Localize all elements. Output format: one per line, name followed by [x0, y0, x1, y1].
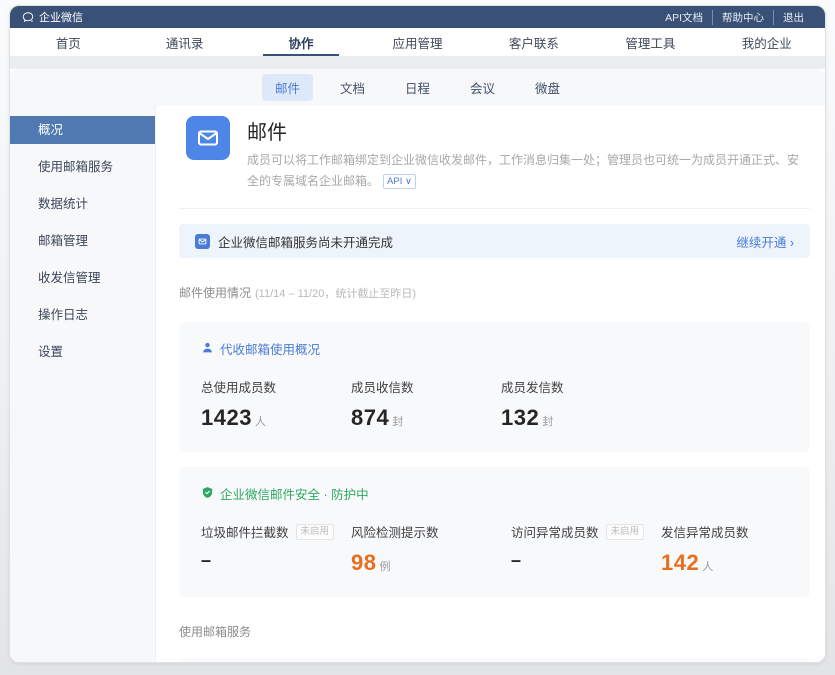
nav-gap [10, 56, 825, 69]
subtab-bar: 邮件 文档 日程 会议 微盘 [10, 69, 825, 106]
usage-card-title: 代收邮箱使用概况 [220, 339, 320, 358]
sidebar-item-statistics[interactable]: 数据统计 [10, 190, 155, 218]
section-divider [179, 208, 810, 209]
nav-item-customers[interactable]: 客户联系 [476, 28, 592, 56]
tab-meeting[interactable]: 会议 [457, 74, 508, 101]
continue-setup-link[interactable]: 继续开通 › [736, 232, 794, 251]
usage-date-range: (11/14 – 11/20，统计截止至昨日) [255, 288, 416, 300]
person-icon [201, 341, 214, 357]
api-docs-link[interactable]: API文档 [656, 10, 712, 25]
app-window: 企业微信 API文档 帮助中心 退出 首页 通讯录 协作 应用管理 客户联系 管… [9, 5, 826, 663]
stat-spam-blocked: 垃圾邮件拦截数未启用 – [201, 522, 351, 576]
page-description: 成员可以将工作邮箱绑定到企业微信收发邮件，工作消息归集一处；管理员也可统一为成员… [247, 150, 810, 192]
security-card-header: 企业微信邮件安全 · 防护中 [201, 484, 788, 503]
sidebar-item-use-mail-service[interactable]: 使用邮箱服务 [10, 153, 155, 181]
stat-mails-received: 成员收信数 874封 [351, 377, 501, 431]
usage-card-header[interactable]: 代收邮箱使用概况 [201, 339, 788, 358]
stat-label: 访问异常成员数未启用 [511, 522, 661, 541]
usage-overview-card: 代收邮箱使用概况 总使用成员数 1423人 成员收信数 874封 成员发信数 [179, 322, 810, 452]
mail-app-icon [186, 116, 230, 160]
mail-security-card: 企业微信邮件安全 · 防护中 垃圾邮件拦截数未启用 – 风险检测提示数 98例 … [179, 467, 810, 597]
stat-label: 垃圾邮件拦截数未启用 [201, 522, 351, 541]
main-nav: 首页 通讯录 协作 应用管理 客户联系 管理工具 我的企业 [10, 28, 825, 56]
notice-text: 企业微信邮箱服务尚未开通完成 [218, 232, 393, 251]
stat-value: 142人 [661, 550, 811, 576]
sidebar-item-send-receive[interactable]: 收发信管理 [10, 264, 155, 292]
topbar: 企业微信 API文档 帮助中心 退出 [10, 6, 825, 28]
not-enabled-badge: 未启用 [606, 524, 645, 540]
usage-section-title: 邮件使用情况 [179, 286, 251, 300]
stat-value: 132封 [501, 405, 651, 431]
stat-value: 874封 [351, 405, 501, 431]
nav-item-tools[interactable]: 管理工具 [592, 28, 708, 56]
stat-unit: 封 [542, 416, 553, 428]
security-card-title: 企业微信邮件安全 · 防护中 [220, 484, 369, 503]
nav-item-contacts[interactable]: 通讯录 [126, 28, 242, 56]
stat-label: 成员发信数 [501, 377, 651, 396]
domain-row: 企业域名 tangyun.com 开通中 继续开通 ··· [179, 659, 810, 662]
tab-drive[interactable]: 微盘 [522, 74, 573, 101]
sidebar-item-overview[interactable]: 概况 [10, 116, 155, 144]
brand-logo: 企业微信 [22, 9, 83, 25]
nav-item-apps[interactable]: 应用管理 [359, 28, 475, 56]
api-dropdown-badge[interactable]: API ∨ [383, 174, 416, 189]
sidebar-item-mailbox-management[interactable]: 邮箱管理 [10, 227, 155, 255]
sidebar-item-settings[interactable]: 设置 [10, 338, 155, 366]
shield-icon [201, 486, 214, 502]
tab-docs[interactable]: 文档 [327, 74, 378, 101]
help-center-link[interactable]: 帮助中心 [712, 10, 773, 25]
wechat-work-bubble-icon [22, 11, 34, 23]
stat-value: 98例 [351, 550, 511, 576]
setup-notice-banner: 企业微信邮箱服务尚未开通完成 继续开通 › [179, 224, 810, 258]
topbar-links: API文档 帮助中心 退出 [656, 10, 813, 25]
stat-unit: 人 [702, 561, 713, 573]
stat-label: 成员收信数 [351, 377, 501, 396]
stat-label: 总使用成员数 [201, 377, 351, 396]
usage-section-label: 邮件使用情况 (11/14 – 11/20，统计截止至昨日) [179, 284, 810, 301]
sidebar-item-logs[interactable]: 操作日志 [10, 301, 155, 329]
stat-label: 风险检测提示数 [351, 522, 511, 541]
not-enabled-badge: 未启用 [296, 524, 335, 540]
stat-unit: 例 [379, 561, 390, 573]
service-section-label: 使用邮箱服务 [179, 623, 810, 640]
description-text: 成员可以将工作邮箱绑定到企业微信收发邮件，工作消息归集一处；管理员也可统一为成员… [247, 153, 799, 188]
stat-abnormal-access: 访问异常成员数未启用 – [511, 522, 661, 576]
sidebar: 概况 使用邮箱服务 数据统计 邮箱管理 收发信管理 操作日志 设置 [10, 106, 156, 662]
stat-unit: 封 [392, 416, 403, 428]
nav-item-my-company[interactable]: 我的企业 [709, 28, 825, 56]
nav-item-collaboration[interactable]: 协作 [243, 28, 359, 56]
page-title: 邮件 [247, 116, 810, 145]
logout-link[interactable]: 退出 [773, 10, 813, 25]
stat-unit: 人 [255, 416, 266, 428]
brand-name: 企业微信 [39, 9, 83, 25]
tab-mail[interactable]: 邮件 [262, 74, 313, 101]
stat-total-members: 总使用成员数 1423人 [201, 377, 351, 431]
stat-value: 1423人 [201, 405, 351, 431]
nav-item-home[interactable]: 首页 [10, 28, 126, 56]
content-panel: 邮件 文档 日程 会议 微盘 概况 使用邮箱服务 数据统计 邮箱管理 收发信管理… [10, 69, 825, 662]
stat-value: – [511, 550, 661, 571]
stat-abnormal-senders: 发信异常成员数 142人 [661, 522, 811, 576]
stat-label: 发信异常成员数 [661, 522, 811, 541]
app-header: 邮件 成员可以将工作邮箱绑定到企业微信收发邮件，工作消息归集一处；管理员也可统一… [179, 116, 810, 192]
mail-notice-icon [195, 234, 210, 249]
main-content: 邮件 成员可以将工作邮箱绑定到企业微信收发邮件，工作消息归集一处；管理员也可统一… [156, 106, 825, 662]
stat-value: – [201, 550, 351, 571]
stat-mails-sent: 成员发信数 132封 [501, 377, 651, 431]
stat-risk-alerts: 风险检测提示数 98例 [351, 522, 511, 576]
tab-calendar[interactable]: 日程 [392, 74, 443, 101]
